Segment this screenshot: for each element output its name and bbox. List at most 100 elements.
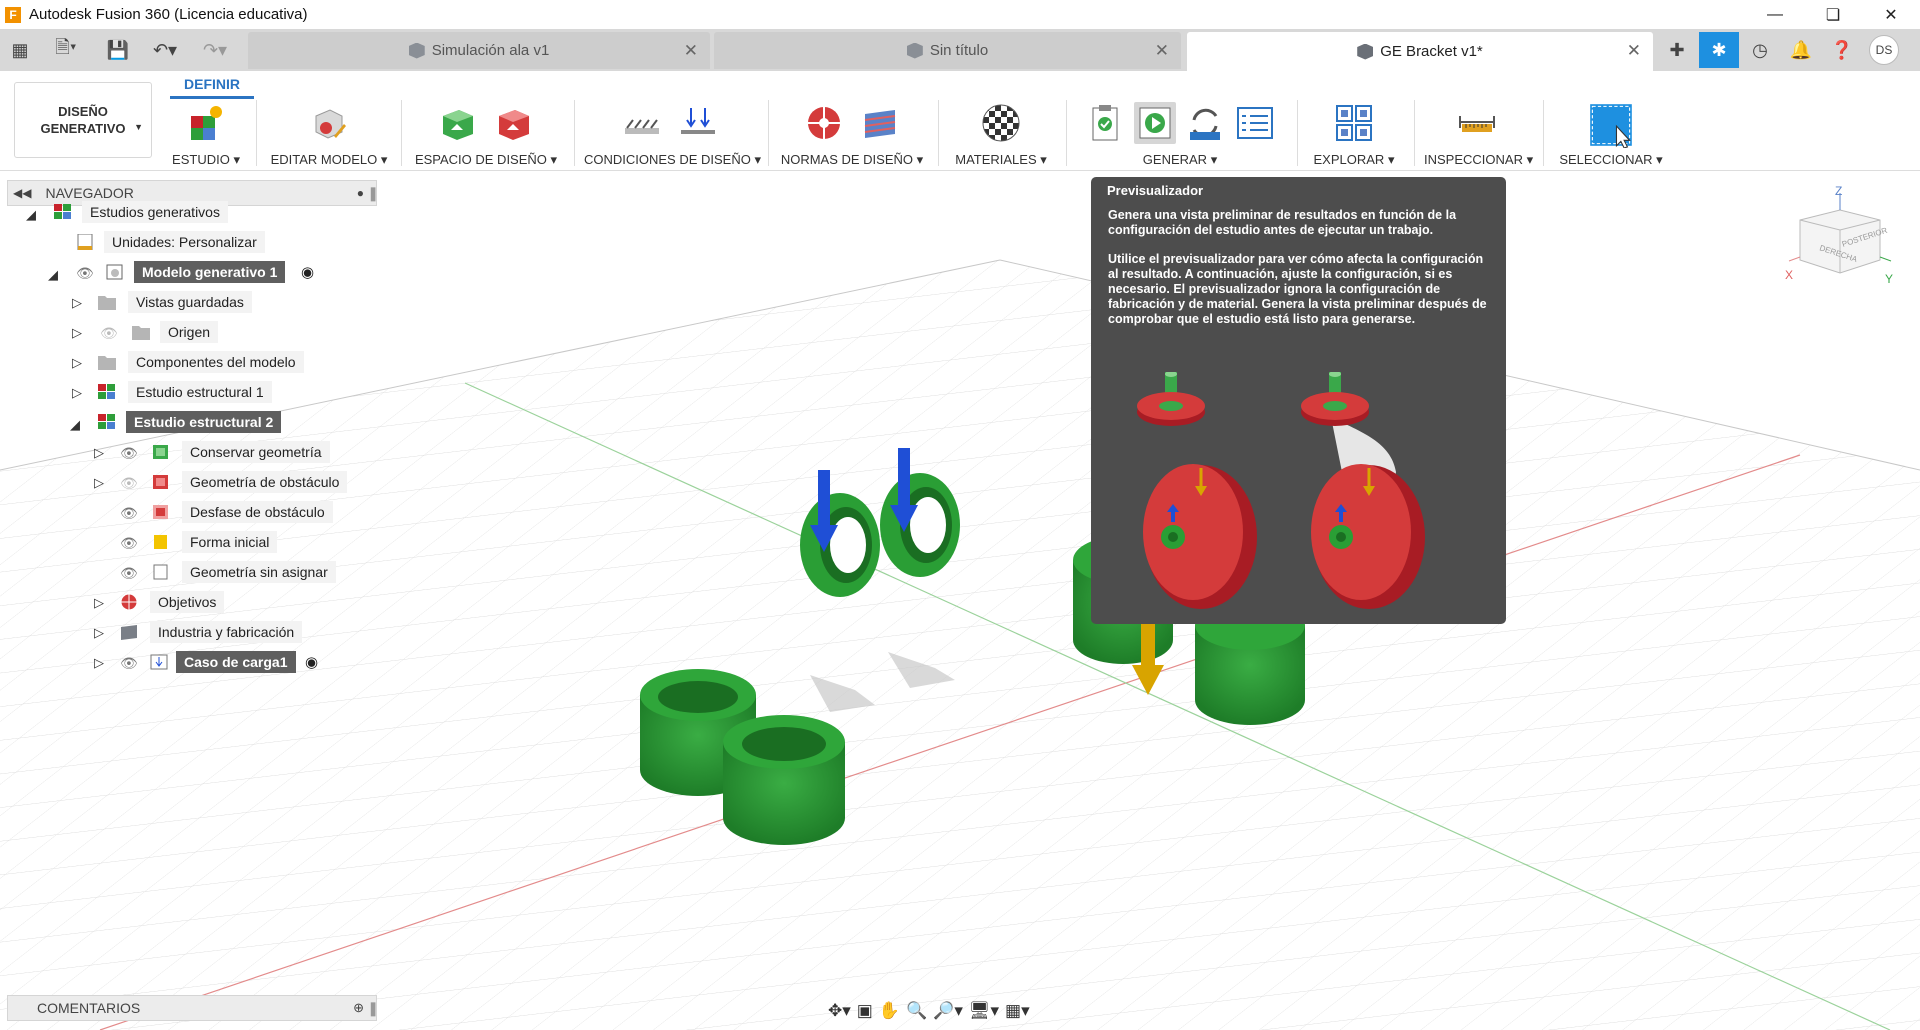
group-condiciones-de-diseno[interactable]: CONDICIONES DE DISEÑO ▾ <box>584 100 761 168</box>
collapse-triangle-icon[interactable]: ◢ <box>26 207 36 223</box>
new-tab-plus-icon[interactable]: ✚ <box>1657 32 1697 68</box>
close-window-button[interactable]: ✕ <box>1862 0 1920 29</box>
group-editar-modelo[interactable]: EDITAR MODELO ▾ <box>266 100 392 168</box>
obstacle-geometry-icon[interactable] <box>493 102 535 144</box>
group-label: GENERAR <box>1142 152 1208 167</box>
tree-label-selected: Estudio estructural 2 <box>126 411 282 433</box>
tree-label: Forma inicial <box>182 531 278 553</box>
group-materiales[interactable]: MATERIALES ▾ <box>948 100 1054 168</box>
expand-triangle-icon[interactable]: ▷ <box>94 595 104 611</box>
objectives-icon[interactable] <box>803 102 845 144</box>
group-label: SELECCIONAR <box>1559 152 1653 167</box>
tab-sin-titulo[interactable]: Sin título ✕ <box>714 32 1181 69</box>
group-estudio[interactable]: ESTUDIO ▾ <box>164 100 248 168</box>
group-seleccionar[interactable]: SELECCIONAR ▾ <box>1558 100 1664 168</box>
expand-triangle-icon[interactable]: ▷ <box>94 475 104 491</box>
data-panel-grid-icon[interactable]: ▦ <box>4 29 36 71</box>
close-tab-icon[interactable]: ✕ <box>1155 41 1169 61</box>
viewcube[interactable]: DERECHA POSTERIOR Z X Y <box>1785 185 1895 295</box>
preserve-ring-a[interactable] <box>800 493 880 597</box>
maximize-button[interactable]: ❏ <box>1804 0 1862 29</box>
fit-icon[interactable]: 🔎▾ <box>933 1001 963 1021</box>
visibility-eye-icon[interactable]: 👁 <box>120 565 140 581</box>
job-status-list-icon[interactable] <box>1234 102 1276 144</box>
group-normas-de-diseno[interactable]: NORMAS DE DISEÑO ▾ <box>778 100 926 168</box>
generate-icon[interactable] <box>1184 102 1226 144</box>
activate-radio-icon[interactable]: ◉ <box>305 653 318 671</box>
comments-panel-header[interactable]: COMENTARIOS ⊕ ❚ <box>7 995 379 1021</box>
hidden-eye-icon[interactable]: 👁 <box>120 475 140 491</box>
pan-hand-icon[interactable]: ✋ <box>879 1001 900 1021</box>
tab-simulacion-ala[interactable]: Simulación ala v1 ✕ <box>248 32 710 69</box>
group-generar[interactable]: GENERAR ▾ <box>1080 100 1280 168</box>
tree-label: Geometría sin asignar <box>182 561 336 583</box>
visibility-eye-icon[interactable]: 👁 <box>76 265 96 281</box>
pin-handle-icon[interactable]: ❚ <box>367 1000 379 1017</box>
tooltip-title: Previsualizador <box>1107 183 1204 198</box>
explore-grid-icon[interactable] <box>1333 102 1375 144</box>
notifications-bell-icon[interactable]: 🔔 <box>1781 32 1821 68</box>
expand-triangle-icon[interactable]: ▷ <box>94 655 104 671</box>
group-label: CONDICIONES DE DISEÑO <box>584 152 751 167</box>
visibility-eye-icon[interactable]: 👁 <box>120 535 140 551</box>
preserve-ring-b[interactable] <box>880 473 960 577</box>
expand-triangle-icon[interactable]: ▷ <box>72 355 82 371</box>
visibility-eye-icon[interactable]: 👁 <box>120 445 140 461</box>
save-icon[interactable]: 💾 <box>104 29 132 71</box>
undo-icon[interactable]: ↶▾ <box>146 29 184 71</box>
collapse-browser-icon[interactable]: ◀◀ <box>13 186 31 200</box>
close-tab-icon[interactable]: ✕ <box>1627 41 1641 61</box>
manufacturing-icon[interactable] <box>859 102 901 144</box>
3d-viewport[interactable] <box>0 172 1920 1030</box>
axis-z-label: Z <box>1835 185 1842 198</box>
collapse-triangle-icon[interactable]: ◢ <box>48 267 58 283</box>
group-espacio-de-diseno[interactable]: ESPACIO DE DISEÑO ▾ <box>410 100 562 168</box>
close-tab-icon[interactable]: ✕ <box>684 41 698 61</box>
minimize-button[interactable]: — <box>1746 0 1804 29</box>
expand-triangle-icon[interactable]: ▷ <box>94 625 104 641</box>
browser-title: NAVEGADOR <box>45 185 134 201</box>
measure-ruler-icon[interactable] <box>1456 102 1498 144</box>
group-inspeccionar[interactable]: INSPECCIONAR ▾ <box>1424 100 1533 168</box>
edit-model-icon[interactable] <box>308 102 350 144</box>
precheck-clipboard-icon[interactable] <box>1084 102 1126 144</box>
browser-options-icon[interactable]: ● <box>357 186 364 200</box>
orbit-icon[interactable]: ✥▾ <box>828 1001 851 1021</box>
pin-handle-icon[interactable]: ❚ <box>367 185 379 202</box>
select-cursor-icon[interactable] <box>1587 102 1635 148</box>
tab-ge-bracket[interactable]: GE Bracket v1* ✕ <box>1187 32 1653 71</box>
starting-shape-icon <box>154 535 167 549</box>
help-icon[interactable]: ❓ <box>1822 32 1862 68</box>
display-settings-icon[interactable]: 🖥▾ <box>969 1001 999 1021</box>
extensions-icon[interactable]: ✱ <box>1699 32 1739 68</box>
materials-checker-icon[interactable] <box>980 102 1022 144</box>
structural-constraint-icon[interactable] <box>621 102 663 144</box>
file-menu-icon[interactable]: 🗎▾ <box>46 29 86 71</box>
tree-label-selected: Modelo generativo 1 <box>134 261 286 283</box>
look-at-icon[interactable]: ▣ <box>857 1001 873 1021</box>
tooltip-description: Genera una vista preliminar de resultado… <box>1108 208 1457 237</box>
user-avatar[interactable]: DS <box>1869 35 1899 65</box>
activate-radio-icon[interactable]: ◉ <box>301 263 314 281</box>
expand-triangle-icon[interactable]: ▷ <box>72 295 82 311</box>
visibility-eye-icon[interactable]: 👁 <box>120 505 140 521</box>
group-explorar[interactable]: EXPLORAR ▾ <box>1306 100 1402 168</box>
zoom-icon[interactable]: 🔍 <box>906 1001 927 1021</box>
grid-settings-icon[interactable]: ▦▾ <box>1005 1001 1030 1021</box>
hidden-eye-icon[interactable]: 👁 <box>100 325 120 341</box>
tab-definir[interactable]: DEFINIR <box>170 73 254 99</box>
collapse-triangle-icon[interactable]: ◢ <box>70 417 80 433</box>
preserve-cylinder-b[interactable] <box>723 715 845 845</box>
expand-triangle-icon[interactable]: ▷ <box>72 385 82 401</box>
preserve-geometry-icon[interactable] <box>437 102 479 144</box>
visibility-eye-icon[interactable]: 👁 <box>120 655 140 671</box>
add-comment-icon[interactable]: ⊕ <box>353 1000 364 1016</box>
expand-triangle-icon[interactable]: ▷ <box>72 325 82 341</box>
new-study-icon[interactable] <box>185 102 227 144</box>
job-status-clock-icon[interactable]: ◷ <box>1740 32 1780 68</box>
previewer-play-icon[interactable] <box>1134 102 1176 144</box>
redo-icon[interactable]: ↷▾ <box>196 29 234 71</box>
structural-load-icon[interactable] <box>677 102 719 144</box>
expand-triangle-icon[interactable]: ▷ <box>94 445 104 461</box>
workspace-switcher[interactable]: DISEÑO GENERATIVO ▼ <box>14 82 152 158</box>
